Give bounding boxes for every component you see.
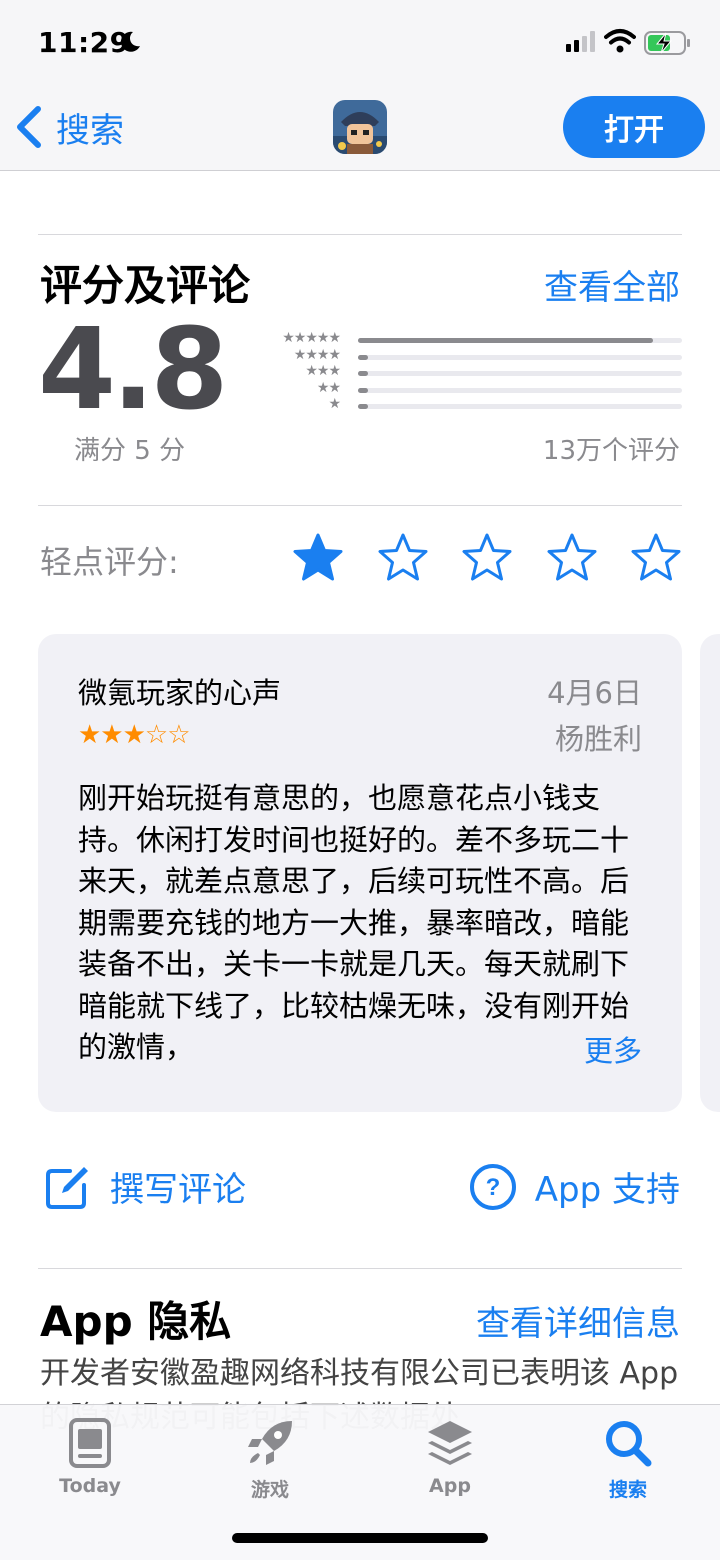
review-title: 微氪玩家的心声	[78, 676, 282, 710]
histogram-row: ★★★	[262, 363, 682, 381]
games-rocket-icon	[248, 1421, 292, 1465]
section-divider	[38, 505, 682, 506]
status-bar: 11:29	[0, 0, 720, 88]
tap-to-rate-label: 轻点评分:	[40, 543, 179, 581]
rate-star-1-icon[interactable]	[292, 532, 344, 584]
histogram-star-label: ★★★★	[293, 346, 341, 363]
tab-apps[interactable]: App	[385, 1417, 515, 1497]
rate-star-2-icon[interactable]	[377, 532, 429, 584]
status-time: 11:29	[38, 26, 130, 59]
histogram-track	[358, 354, 682, 360]
apps-stack-icon	[428, 1421, 472, 1465]
rate-star-3-icon[interactable]	[461, 532, 513, 584]
histogram-track	[358, 371, 682, 376]
tab-games[interactable]: 游戏	[205, 1417, 335, 1502]
histogram-bar	[358, 387, 368, 393]
rating-out-of: 满分 5 分	[74, 436, 186, 466]
histogram-track	[358, 338, 682, 343]
see-all-reviews-link[interactable]: 查看全部	[544, 260, 680, 309]
chevron-left-icon	[17, 106, 41, 148]
privacy-section-title: App 隐私	[40, 1297, 232, 1346]
rate-star-5-icon[interactable]	[630, 532, 682, 584]
app-support-button[interactable]: ? App 支持	[469, 1162, 680, 1211]
histogram-star-label: ★★★	[305, 363, 341, 379]
average-rating: 4.8	[38, 305, 228, 435]
histogram-bar	[358, 404, 368, 409]
battery-charging-icon	[644, 31, 690, 55]
review-more-link[interactable]: 更多	[577, 1028, 642, 1070]
wifi-icon	[604, 29, 636, 53]
histogram-star-label: ★★★★★	[282, 330, 341, 346]
next-review-card[interactable]	[700, 634, 720, 1112]
section-divider	[38, 1268, 682, 1269]
cellular-signal-icon	[566, 31, 595, 52]
question-circle-icon: ?	[469, 1163, 516, 1210]
review-body: 刚开始玩挺有意思的，也愿意花点小钱支持。休闲打发时间也挺好的。差不多玩二十来天，…	[78, 781, 630, 1064]
histogram-row: ★★	[262, 379, 682, 398]
ratings-section-title: 评分及评论	[40, 261, 251, 310]
review-star-rating: ★★★☆☆	[78, 720, 191, 750]
privacy-details-link[interactable]: 查看详细信息	[476, 1296, 680, 1345]
histogram-bar	[358, 371, 368, 376]
today-icon	[69, 1418, 111, 1468]
write-review-label: 撰写评论	[110, 1170, 246, 1210]
review-author: 杨胜利	[554, 722, 642, 756]
tab-label: Today	[59, 1475, 121, 1497]
review-date: 4月6日	[547, 676, 642, 710]
histogram-bar	[358, 338, 653, 343]
histogram-star-label: ★★	[316, 379, 341, 396]
histogram-row: ★	[262, 396, 682, 414]
tab-label: App	[429, 1475, 471, 1497]
app-support-label: App 支持	[534, 1170, 680, 1210]
histogram-star-label: ★	[328, 396, 341, 412]
tab-search[interactable]: 搜索	[563, 1417, 693, 1502]
section-divider	[38, 234, 682, 235]
tab-label: 游戏	[250, 1479, 289, 1501]
home-indicator	[232, 1533, 488, 1543]
compose-icon	[46, 1166, 88, 1209]
back-label: 搜索	[56, 110, 124, 151]
rating-count: 13万个评分	[542, 436, 680, 466]
back-button[interactable]: 搜索	[14, 102, 124, 152]
tab-today[interactable]: Today	[25, 1417, 155, 1497]
review-card[interactable]: 微氪玩家的心声 4月6日 ★★★☆☆ 杨胜利 刚开始玩挺有意思的，也愿意花点小钱…	[38, 634, 682, 1112]
histogram-track	[358, 387, 682, 393]
app-icon	[333, 100, 387, 154]
search-icon	[606, 1421, 652, 1467]
histogram-track	[358, 404, 682, 409]
rate-star-4-icon[interactable]	[546, 532, 598, 584]
tab-label: 搜索	[608, 1479, 647, 1501]
do-not-disturb-moon-icon	[120, 31, 140, 52]
nav-bar: 搜索 打开	[0, 88, 720, 171]
histogram-bar	[358, 354, 368, 360]
open-app-button[interactable]: 打开	[563, 96, 705, 158]
svg-text:?: ?	[485, 1174, 500, 1201]
write-review-button[interactable]: 撰写评论	[44, 1162, 246, 1211]
histogram-row: ★★★★★	[262, 330, 682, 348]
